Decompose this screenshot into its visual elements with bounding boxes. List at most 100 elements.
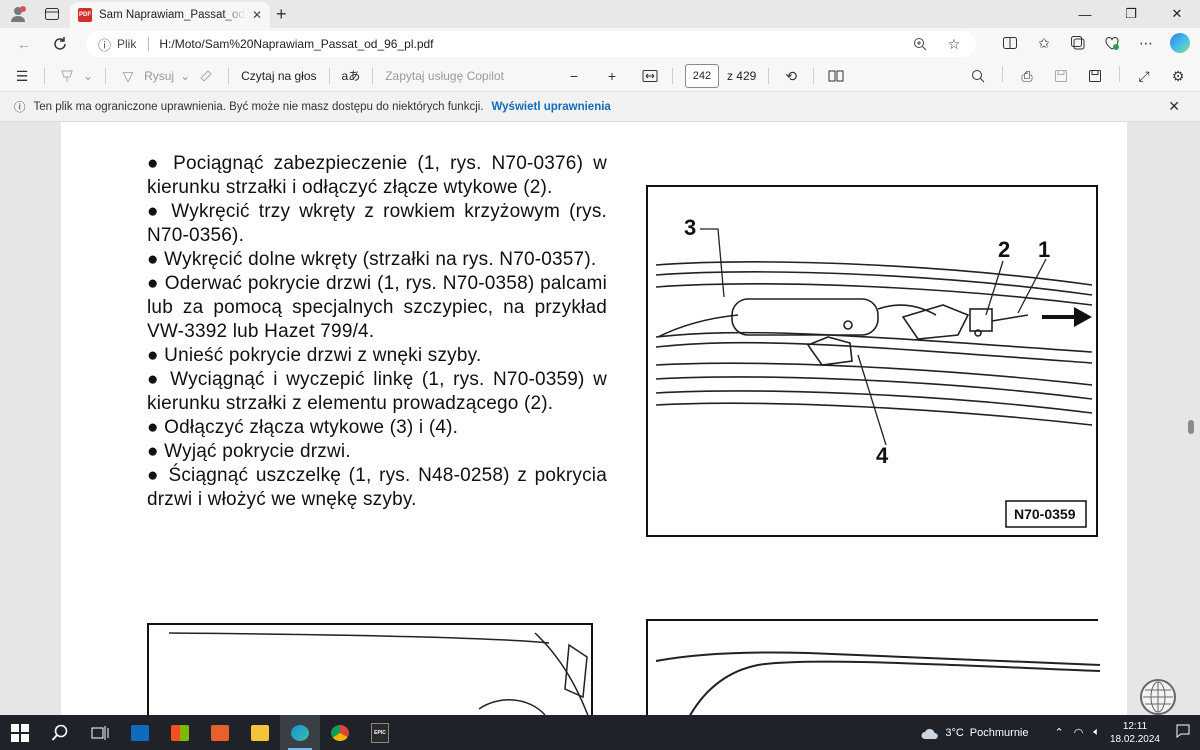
copilot-icon[interactable] [1170,33,1190,53]
fullscreen-icon[interactable]: ⤢ [1134,66,1154,86]
taskbar-media[interactable] [200,715,240,750]
zoom-icon[interactable] [910,34,930,54]
highlight-dropdown-icon[interactable]: ⌄ [83,69,93,83]
draw-icon[interactable]: ▽ [118,66,138,86]
task-view-icon [91,725,109,740]
taskbar-store[interactable] [160,715,200,750]
translate-icon[interactable]: aあ [342,67,361,84]
search-button[interactable] [40,715,80,750]
search-icon [51,724,68,741]
url-text: H:/Moto/Sam%20Naprawiam_Passat_od_96_pl.… [159,37,434,51]
callout-3: 3 [684,215,696,240]
tab-title: Sam Naprawiam_Passat_od_96_pl.pdf [99,9,245,21]
weather-temp: 3°C [945,726,964,739]
callout-1: 1 [1038,237,1050,262]
total-pages-label: z 429 [726,68,757,83]
cloud-icon [921,728,939,739]
windows-logo-icon [11,723,29,742]
pdf-toolbar: ☰ ⌄ ▽ Rysuj ⌄ Czytaj na głos aあ Zapytaj … [0,60,1200,92]
store-icon [171,724,189,741]
taskbar-explorer[interactable] [240,715,280,750]
permissions-infobar: ⓘ Ten plik ma ograniczone uprawnienia. B… [0,92,1200,122]
back-icon[interactable]: ← [14,34,34,54]
media-player-icon [211,724,229,741]
eraser-icon[interactable] [196,66,216,86]
fit-to-page-icon[interactable] [640,66,660,86]
clock-date: 18.02.2024 [1109,733,1160,745]
taskbar-edge[interactable] [280,715,320,750]
instruction-item: ● Oderwać pokrycie drzwi (1, rys. N70-03… [147,273,607,342]
copilot-ask-button[interactable]: Zapytaj usługę Copilot [385,69,504,83]
start-button[interactable] [0,715,40,750]
read-aloud-button[interactable]: Czytaj na głos [241,69,316,83]
scrollbar-thumb[interactable] [1188,420,1194,434]
find-icon[interactable] [968,66,988,86]
favorite-star-icon[interactable]: ☆ [944,34,964,54]
profile-avatar-icon[interactable] [8,4,28,24]
notifications-icon[interactable] [1176,724,1190,741]
highlight-icon[interactable] [57,66,77,86]
info-icon[interactable]: ⓘ [98,35,111,54]
globe-icon [1140,679,1176,715]
edge-icon [291,724,309,741]
split-screen-icon[interactable] [1000,33,1020,53]
browser-essentials-icon[interactable] [1102,33,1122,53]
print-icon[interactable]: ⎙ [1017,66,1037,86]
weather-condition: Pochmurnie [969,726,1029,739]
url-field[interactable]: ⓘ Plik H:/Moto/Sam%20Naprawiam_Passat_od… [86,31,976,57]
close-window-icon[interactable]: ✕ [1154,0,1200,28]
taskbar-epic[interactable]: EPIC [360,715,400,750]
clock-time: 12:11 [1122,720,1148,732]
figure-code: N70-0359 [1014,506,1076,522]
restore-icon[interactable]: ❐ [1108,0,1154,28]
taskbar-chrome[interactable] [320,715,360,750]
clock[interactable]: 12:11 18.02.2024 [1110,720,1160,746]
instruction-item: ● Wyjąć pokrycie drzwi. [147,441,351,462]
pdf-page: ● Pociągnąć zabezpieczenie (1, rys. N70-… [61,122,1176,715]
callout-2: 2 [998,237,1010,262]
volume-icon[interactable]: 🔈︎ [1093,726,1100,739]
epic-games-icon: EPIC [371,722,389,743]
weather-widget[interactable]: 3°C Pochmurnie [921,726,1029,740]
system-tray: 3°C Pochmurnie ⌃ ◠ 🔈︎ 12:11 18.02.2024 [921,715,1200,750]
network-icon[interactable]: ◠ [1074,726,1084,739]
save-as-icon[interactable] [1085,66,1105,86]
instruction-item: ● Wykręcić trzy wkręty z rowkiem krzyżow… [147,201,607,246]
instruction-item: ● Pociągnąć zabezpieczenie (1, rys. N70-… [147,153,607,198]
page-number-input[interactable]: 242 [684,63,719,88]
taskbar-mail[interactable] [120,715,160,750]
favorites-icon[interactable]: ✩ [1034,33,1054,53]
new-tab-icon[interactable]: + [276,4,287,25]
info-circle-icon: ⓘ [14,101,26,114]
callout-4: 4 [876,443,889,468]
technical-drawing: 3 2 1 4 N70-0359 [646,185,1098,537]
more-options-icon[interactable]: ⋯ [1136,33,1156,53]
close-tab-icon[interactable]: ✕ [252,8,262,22]
settings-gear-icon[interactable]: ⚙ [1168,66,1188,86]
zoom-in-icon[interactable]: + [602,66,622,86]
task-view-button[interactable] [80,715,120,750]
collections-icon[interactable] [1068,33,1088,53]
draw-dropdown-icon[interactable]: ⌄ [180,69,190,83]
tab-actions-icon[interactable] [42,4,62,24]
windows-taskbar: EPIC 3°C Pochmurnie ⌃ ◠ 🔈︎ 12:11 18.02.2… [0,715,1200,750]
pdf-viewport[interactable]: ● Pociągnąć zabezpieczenie (1, rys. N70-… [0,122,1200,715]
refresh-icon[interactable] [50,34,70,54]
minimize-icon[interactable]: — [1062,0,1108,28]
save-icon[interactable] [1051,66,1071,86]
tab-strip: PDF Sam Naprawiam_Passat_od_96_pl.pdf ✕ … [0,0,1200,28]
instruction-item: ● Ściągnąć uszczelkę (1, rys. N48-0258) … [147,465,607,510]
close-infobar-icon[interactable]: ✕ [1168,98,1180,115]
instruction-list: ● Pociągnąć zabezpieczenie (1, rys. N70-… [147,152,607,512]
page-view-icon[interactable] [826,66,846,86]
zoom-out-icon[interactable]: − [564,66,584,86]
rotate-icon[interactable]: ⟲ [781,66,801,86]
table-of-contents-icon[interactable]: ☰ [12,66,32,86]
chrome-icon [331,724,349,741]
pdf-icon: PDF [78,8,92,22]
show-hidden-icons[interactable]: ⌃ [1055,726,1064,739]
tab-pdf[interactable]: PDF Sam Naprawiam_Passat_od_96_pl.pdf ✕ [70,2,270,28]
view-permissions-link[interactable]: Wyświetl uprawnienia [492,101,611,113]
draw-label[interactable]: Rysuj [144,69,174,83]
address-bar: ← ⓘ Plik H:/Moto/Sam%20Naprawiam_Passat_… [0,28,1200,60]
